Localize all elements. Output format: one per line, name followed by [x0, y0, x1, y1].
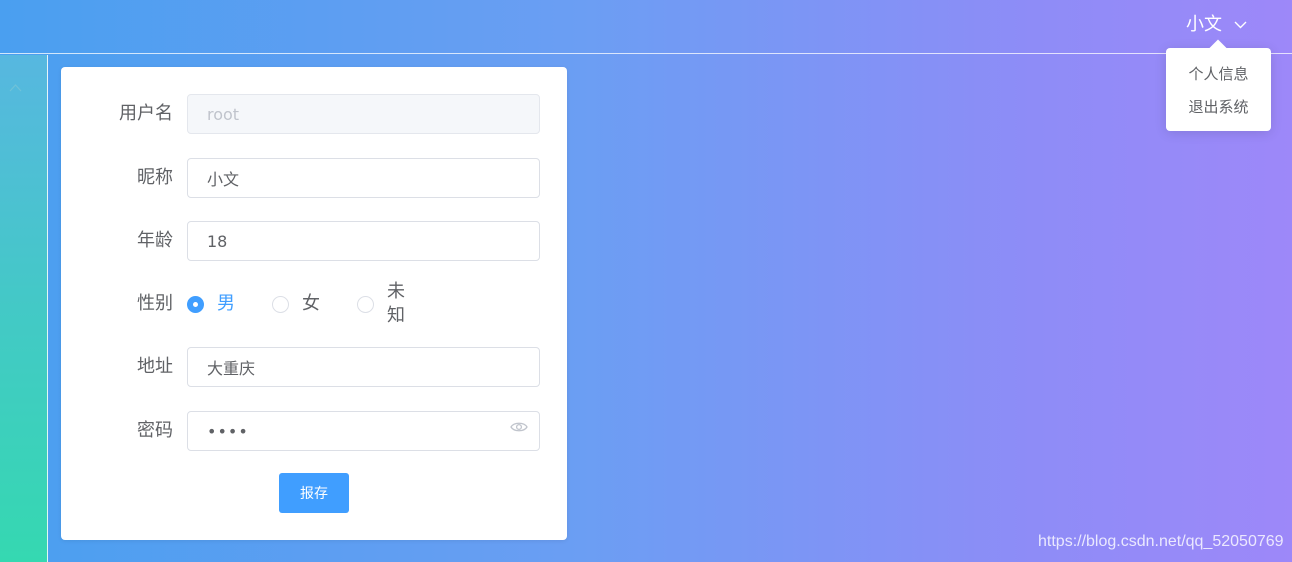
- radio-label[interactable]: 未知: [387, 280, 405, 328]
- eye-icon[interactable]: [510, 421, 528, 433]
- age-label: 年龄: [137, 230, 173, 251]
- nickname-label: 昵称: [137, 167, 173, 188]
- gender-label: 性别: [137, 293, 173, 314]
- password-field[interactable]: [187, 411, 540, 451]
- chevron-up-icon[interactable]: [9, 83, 22, 92]
- address-field[interactable]: [187, 347, 540, 387]
- menu-item-logout[interactable]: 退出系统: [1166, 92, 1271, 122]
- address-label: 地址: [137, 356, 173, 377]
- gender-radio-female[interactable]: 女: [272, 292, 320, 316]
- chevron-down-icon[interactable]: [1234, 21, 1247, 29]
- gender-radio-unknown[interactable]: 未知: [357, 281, 405, 326]
- radio-label[interactable]: 女: [302, 292, 320, 316]
- radio-label[interactable]: 男: [217, 292, 235, 316]
- nickname-field[interactable]: [187, 158, 540, 198]
- password-label: 密码: [137, 420, 173, 441]
- username-label: 用户名: [119, 103, 173, 124]
- user-name[interactable]: 小文: [1186, 12, 1222, 38]
- top-header: 小文: [0, 0, 1292, 54]
- radio-checked-icon[interactable]: [187, 295, 204, 313]
- user-dropdown-menu: 个人信息 退出系统: [1166, 39, 1271, 131]
- save-button[interactable]: 报存: [279, 473, 349, 513]
- gender-radio-male[interactable]: 男: [187, 292, 235, 316]
- sidebar: [0, 55, 48, 562]
- watermark: https://blog.csdn.net/qq_52050769: [1038, 533, 1284, 550]
- username-field[interactable]: [187, 94, 540, 134]
- menu-item-profile[interactable]: 个人信息: [1166, 59, 1271, 89]
- radio-unchecked-icon[interactable]: [272, 295, 289, 313]
- user-dropdown[interactable]: 小文: [1186, 12, 1247, 38]
- profile-form-card: 用户名 昵称 年龄 性别 男 女 未知 地址 密码 报存: [61, 67, 567, 540]
- radio-unchecked-icon[interactable]: [357, 295, 374, 313]
- age-field[interactable]: [187, 221, 540, 261]
